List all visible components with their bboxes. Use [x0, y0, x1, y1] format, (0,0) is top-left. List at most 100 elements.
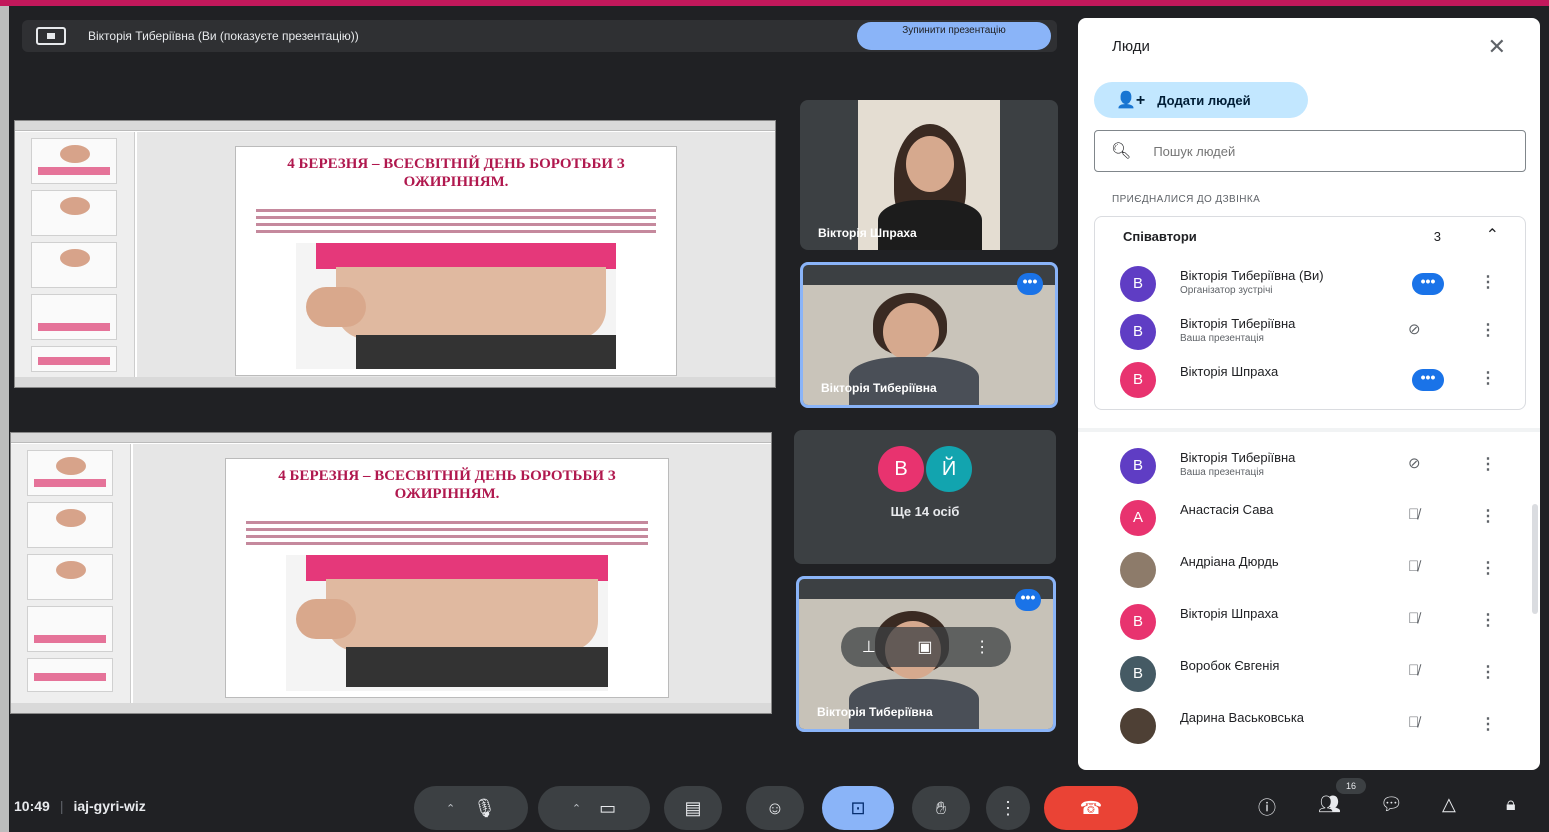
slide-thumbnail[interactable]	[27, 606, 113, 652]
slide-thumbnail[interactable]	[27, 658, 113, 692]
chevron-up-icon[interactable]: ⌃	[572, 802, 581, 815]
participant-row[interactable]: Дарина Васьковська 🎙̸ ⋮	[1078, 700, 1540, 752]
participant-avatar: Й	[926, 446, 972, 492]
meeting-time: 10:49	[14, 798, 50, 814]
speaking-indicator-icon: •••	[1015, 589, 1041, 611]
camera-button[interactable]: ⌃ ▭	[538, 786, 650, 830]
more-options-icon[interactable]: ⋮	[974, 637, 990, 657]
present-screen-icon: ⊡	[850, 797, 866, 818]
hand-icon: ✋︎	[935, 797, 947, 818]
slide-thumbnail[interactable]	[27, 502, 113, 548]
slide-thumbnail[interactable]	[31, 138, 117, 184]
more-participants-tile[interactable]: В Й Ще 14 осіб	[794, 430, 1056, 564]
captions-icon: ▤	[684, 797, 702, 818]
slide-canvas: 4 БЕРЕЗНЯ – ВСЕСВІТНІЙ ДЕНЬ БОРОТЬБИ З О…	[133, 444, 771, 703]
participant-name: Вікторія Тиберіївна (Ви)	[1180, 268, 1324, 283]
participant-row[interactable]: В Вікторія Тиберіївна Ваша презентація ⊘…	[1078, 440, 1540, 492]
add-people-label: Додати людей	[1157, 92, 1251, 108]
pin-icon[interactable]: ⊥	[862, 637, 876, 657]
stop-presenting-button[interactable]: Зупинити презентацію	[857, 22, 1051, 50]
host-controls-icon[interactable]: 🔒︎	[1506, 794, 1516, 815]
more-options-icon[interactable]: ⋮	[1480, 368, 1496, 388]
search-people-input[interactable]	[1153, 143, 1494, 159]
participant-tile[interactable]: Вікторія Шпраха	[800, 100, 1058, 250]
participant-row[interactable]: В Вікторія Шпраха ••• ⋮	[1078, 354, 1540, 406]
slide-app-statusbar	[15, 377, 775, 387]
cohosts-count: 3	[1433, 229, 1441, 244]
slide-page: 4 БЕРЕЗНЯ – ВСЕСВІТНІЙ ДЕНЬ БОРОТЬБИ З О…	[235, 146, 677, 376]
mic-off-icon: 🎙̸	[1408, 506, 1420, 523]
shared-slide-window[interactable]: 4 БЕРЕЗНЯ – ВСЕСВІТНІЙ ДЕНЬ БОРОТЬБИ З О…	[14, 120, 776, 388]
close-icon[interactable]: ✕	[1488, 34, 1506, 60]
participant-avatar: В	[1120, 266, 1156, 302]
participant-row[interactable]: А Анастасія Сава 🎙̸ ⋮	[1078, 492, 1540, 544]
meeting-code: iaj-gyri-wiz	[73, 798, 146, 814]
meeting-info: 10:49 | iaj-gyri-wiz	[14, 798, 146, 814]
screen-off-icon: ⊘	[1408, 321, 1421, 338]
more-options-button[interactable]: ⋮	[986, 786, 1030, 830]
panel-scrollbar[interactable]	[1532, 504, 1538, 614]
slide-title: 4 БЕРЕЗНЯ – ВСЕСВІТНІЙ ДЕНЬ БОРОТЬБИ З О…	[248, 155, 664, 199]
slide-thumbnail[interactable]	[31, 294, 117, 340]
more-options-icon[interactable]: ⋮	[1480, 454, 1496, 474]
more-options-icon[interactable]: ⋮	[1480, 662, 1496, 682]
more-options-icon[interactable]: ⋮	[1480, 610, 1496, 630]
slide-thumbnail[interactable]	[27, 554, 113, 600]
reactions-button[interactable]: ☺	[746, 786, 804, 830]
slide-thumbnails-panel[interactable]	[11, 444, 131, 703]
speaking-indicator-icon: •••	[1017, 273, 1043, 295]
meeting-details-icon[interactable]: ⓘ	[1258, 794, 1276, 820]
activities-icon[interactable]: △	[1442, 794, 1456, 815]
slide-thumbnail[interactable]	[31, 242, 117, 288]
participant-name: Вікторія Тиберіївна	[821, 381, 937, 395]
add-people-button[interactable]: 👤+ Додати людей	[1094, 82, 1308, 118]
microphone-button[interactable]: ⌃ 🎙	[414, 786, 528, 830]
participant-row[interactable]: Андріана Дюрдь 🎙̸ ⋮	[1078, 544, 1540, 596]
present-button[interactable]: ⊡	[822, 786, 894, 830]
self-participant-tile[interactable]: ⊥ ▣ ⋮ ••• Вікторія Тиберіївна	[796, 576, 1056, 732]
participant-tile-active[interactable]: ••• Вікторія Тиберіївна	[800, 262, 1058, 408]
speaking-indicator-icon: •••	[1412, 369, 1444, 391]
participant-avatar: В	[1120, 604, 1156, 640]
participant-row[interactable]: В Вікторія Шпраха 🎙̸ ⋮	[1078, 596, 1540, 648]
participant-name: Вікторія Шпраха	[1180, 364, 1279, 379]
slide-thumbnail[interactable]	[27, 450, 113, 496]
participant-role: Організатор зустрічі	[1180, 285, 1273, 296]
more-options-icon[interactable]: ⋮	[1480, 320, 1496, 340]
more-options-icon[interactable]: ⋮	[1480, 506, 1496, 526]
shared-slide-window-tile[interactable]: 4 БЕРЕЗНЯ – ВСЕСВІТНІЙ ДЕНЬ БОРОТЬБИ З О…	[10, 432, 772, 714]
slide-thumbnail[interactable]	[31, 190, 117, 236]
slide-app-statusbar	[11, 703, 771, 713]
frame-icon[interactable]: ▣	[917, 637, 932, 657]
participant-avatar: В	[1120, 448, 1156, 484]
present-screen-icon	[36, 27, 66, 45]
chat-icon[interactable]: 💬︎	[1380, 794, 1403, 815]
slide-body-text	[240, 517, 654, 549]
slide-body-text	[250, 205, 662, 237]
slide-thumbnail[interactable]	[31, 346, 117, 372]
participant-name: Вікторія Тиберіївна	[1180, 316, 1296, 331]
search-people-field[interactable]: 🔍︎	[1094, 130, 1526, 172]
slide-page: 4 БЕРЕЗНЯ – ВСЕСВІТНІЙ ДЕНЬ БОРОТЬБИ З О…	[225, 458, 669, 698]
participant-avatar	[1120, 552, 1156, 588]
participant-name: Вікторія Тиберіївна	[1180, 450, 1296, 465]
participant-row[interactable]: В Воробок Євгенія 🎙̸ ⋮	[1078, 648, 1540, 700]
end-call-button[interactable]: ☎	[1044, 786, 1138, 830]
raise-hand-button[interactable]: ✋︎	[912, 786, 970, 830]
more-options-icon: ⋮	[999, 797, 1017, 818]
mic-off-icon: 🎙̸	[1408, 610, 1420, 627]
participant-row[interactable]: В Вікторія Тиберіївна (Ви) Організатор з…	[1078, 258, 1540, 310]
participant-name: Андріана Дюрдь	[1180, 554, 1279, 569]
people-icon[interactable]: 👥︎	[1318, 794, 1341, 815]
joined-section-label: ПРИЄДНАЛИСЯ ДО ДЗВІНКА	[1112, 194, 1261, 205]
more-options-icon[interactable]: ⋮	[1480, 714, 1496, 734]
tile-hover-controls: ⊥ ▣ ⋮	[841, 627, 1011, 667]
chevron-up-icon[interactable]: ⌃	[446, 802, 455, 815]
participant-row[interactable]: В Вікторія Тиберіївна Ваша презентація ⊘…	[1078, 306, 1540, 358]
captions-button[interactable]: ▤	[664, 786, 722, 830]
more-options-icon[interactable]: ⋮	[1480, 272, 1496, 292]
more-options-icon[interactable]: ⋮	[1480, 558, 1496, 578]
add-person-icon: 👤+	[1116, 92, 1146, 109]
slide-thumbnails-panel[interactable]	[15, 132, 135, 377]
chevron-up-icon[interactable]: ⌃	[1486, 225, 1499, 245]
